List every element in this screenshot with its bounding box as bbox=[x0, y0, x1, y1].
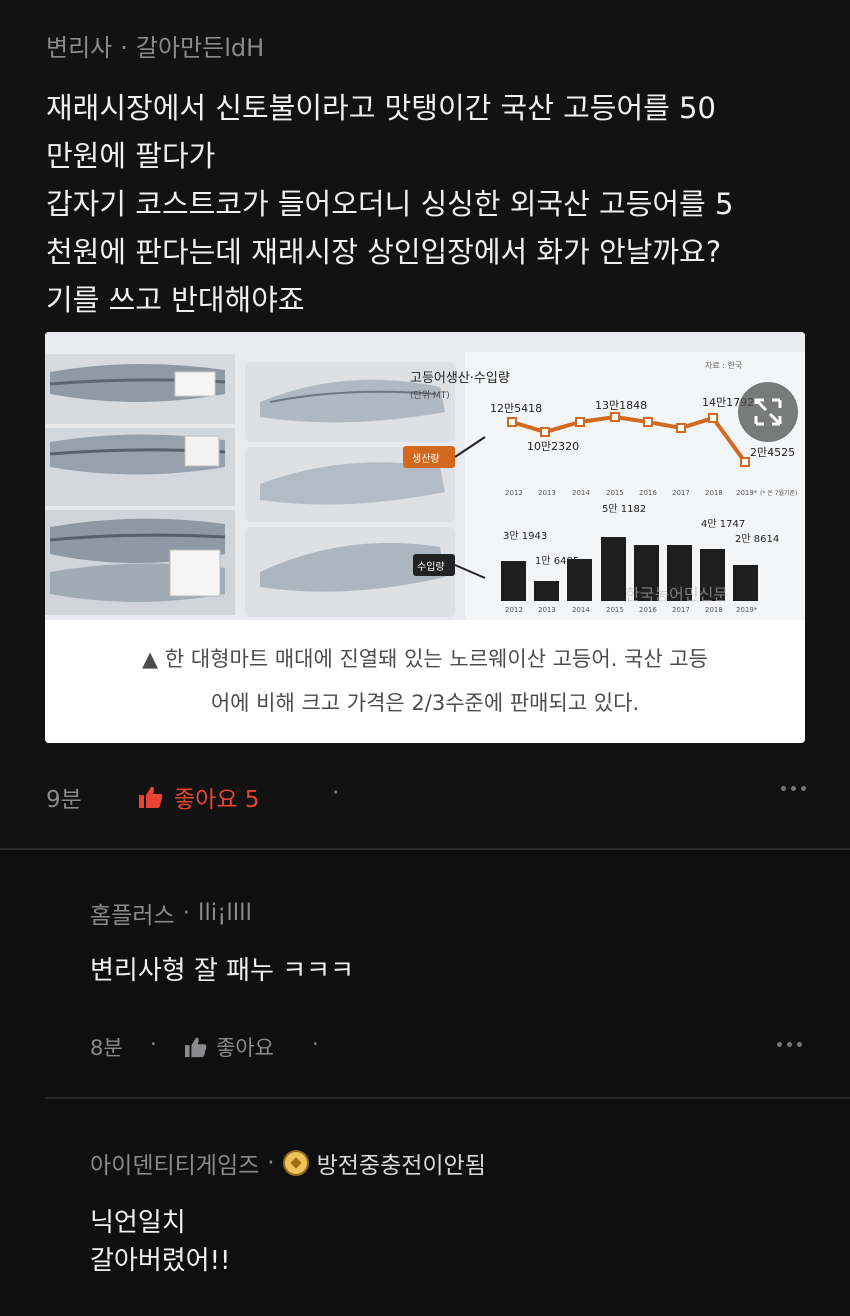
photo-svg: 고등어생산·수입량 (단위 MT) 자료 : 한국 생산량 12만5418 10… bbox=[45, 332, 805, 620]
comment-like-label: 좋아요 bbox=[216, 1036, 274, 1060]
year-tick: 2017 bbox=[672, 606, 690, 614]
comment-time: 8분 bbox=[90, 1036, 123, 1060]
production-value: 13만1848 bbox=[595, 399, 647, 412]
import-bar bbox=[534, 581, 559, 601]
comment-text: 변리사형 잘 패누 ㅋㅋㅋ bbox=[90, 956, 354, 986]
year-tick: 2015 bbox=[606, 489, 624, 497]
import-bar bbox=[601, 537, 626, 601]
year-tick: 2018 bbox=[705, 606, 723, 614]
section-divider bbox=[0, 848, 850, 850]
year-tick: 2014 bbox=[572, 606, 590, 614]
comment-author[interactable]: 홈플러스 bbox=[90, 896, 175, 930]
production-value: 12만5418 bbox=[490, 402, 542, 415]
year-tick: 2013 bbox=[538, 606, 556, 614]
year-tick: 2012 bbox=[505, 606, 523, 614]
thumbs-up-icon bbox=[139, 786, 163, 808]
comment-line: 갈아버렸어!! bbox=[90, 1246, 231, 1276]
post-line: 재래시장에서 신토불이라고 맛탱이간 국산 고등어를 50 bbox=[46, 91, 716, 125]
dot-icon bbox=[801, 786, 806, 791]
import-bar bbox=[501, 561, 526, 601]
comment-author[interactable]: 아이덴티티게임즈 bbox=[90, 1146, 259, 1180]
chart-title: 고등어생산·수입량 bbox=[410, 371, 510, 386]
post-actions: 9분 좋아요 5 · bbox=[46, 780, 806, 814]
year-tick: 2017 bbox=[672, 489, 690, 497]
post-line: 기를 쓰고 반대해야죠 bbox=[46, 283, 305, 317]
comment-like-button[interactable]: 좋아요 bbox=[184, 1032, 274, 1062]
import-label: 수입량 bbox=[417, 560, 445, 573]
year-tick: 2016 bbox=[639, 606, 657, 614]
post-meta: 변리사 · 갈아만든ldH bbox=[46, 28, 264, 63]
meta-separator: · bbox=[267, 1150, 275, 1176]
comment-line: 닉언일치 bbox=[90, 1208, 186, 1238]
chart-unit: (단위 MT) bbox=[410, 390, 450, 401]
year-tick: 2019* bbox=[736, 606, 758, 614]
year-tick: 2014 bbox=[572, 489, 590, 497]
import-value: 2만 8614 bbox=[735, 533, 779, 545]
comment-actions: 8분 · 좋아요 · bbox=[90, 1032, 802, 1062]
import-bar bbox=[733, 565, 758, 601]
post-author[interactable]: 변리사 bbox=[46, 34, 112, 62]
expand-icon bbox=[754, 398, 782, 426]
dot-icon bbox=[781, 786, 786, 791]
image-caption: ▲ 한 대형마트 매대에 진열돼 있는 노르웨이산 고등어. 국산 고등 어에 … bbox=[45, 620, 805, 743]
year-tick: 2012 bbox=[505, 489, 523, 497]
comment-meta: 홈플러스 · lli¡llll bbox=[90, 896, 800, 930]
import-value: 4만 1747 bbox=[701, 518, 745, 530]
fish-packs-left bbox=[45, 354, 235, 615]
import-value: 1만 6485 bbox=[535, 555, 579, 567]
comment-nickname[interactable]: 방전중충전이안됨 bbox=[317, 1146, 486, 1180]
chart-footnote: (* 은 7월기준) bbox=[760, 489, 797, 497]
post-time: 9분 bbox=[46, 787, 82, 813]
meta-separator: · bbox=[182, 900, 190, 926]
comment: 아이덴티티게임즈 · 방전중충전이안됨 닉언일치 갈아버렸어!! bbox=[90, 1146, 800, 1280]
comment-nickname[interactable]: lli¡llll bbox=[198, 900, 252, 926]
meta-separator: · bbox=[120, 34, 128, 62]
mackerel-chart-image[interactable]: 고등어생산·수입량 (단위 MT) 자료 : 한국 생산량 12만5418 10… bbox=[45, 332, 805, 620]
post-nickname[interactable]: 갈아만든ldH bbox=[136, 34, 264, 62]
year-tick: 2019* bbox=[736, 489, 758, 497]
dot-icon bbox=[787, 1042, 792, 1047]
post-line: 갑자기 코스트코가 들어오더니 싱싱한 외국산 고등어를 5 bbox=[46, 187, 734, 221]
dot-icon bbox=[797, 1042, 802, 1047]
comment-text: 닉언일치 갈아버렸어!! bbox=[90, 1204, 800, 1280]
production-label: 생산량 bbox=[412, 453, 440, 465]
post-line: 만원에 팔다가 bbox=[46, 139, 216, 173]
year-tick: 2016 bbox=[639, 489, 657, 497]
chart-source: 자료 : 한국 bbox=[705, 361, 742, 370]
post-line: 천원에 판다는데 재래시장 상인입장에서 화가 안날까요? bbox=[46, 235, 722, 269]
post: 변리사 · 갈아만든ldH 재래시장에서 신토불이라고 맛탱이간 국산 고등어를 5… bbox=[0, 0, 850, 848]
year-tick: 2018 bbox=[705, 489, 723, 497]
like-count: 좋아요 5 bbox=[174, 787, 260, 813]
separator: · bbox=[312, 1032, 319, 1056]
thumbs-up-icon bbox=[185, 1037, 207, 1058]
caption-line: ▲ 한 대형마트 매대에 진열돼 있는 노르웨이산 고등어. 국산 고등 bbox=[142, 647, 708, 671]
like-button[interactable]: 좋아요 5 bbox=[138, 780, 259, 814]
comment: 홈플러스 · lli¡llll 변리사형 잘 패누 ㅋㅋㅋ bbox=[90, 896, 800, 990]
year-tick: 2013 bbox=[538, 489, 556, 497]
comment-more-button[interactable] bbox=[777, 1042, 802, 1047]
dot-icon bbox=[791, 786, 796, 791]
production-value: 10만2320 bbox=[527, 440, 579, 453]
comment-divider bbox=[45, 1097, 850, 1099]
post-body: 재래시장에서 신토불이라고 맛탱이간 국산 고등어를 50 만원에 팔다가 갑자… bbox=[46, 84, 816, 324]
separator: · bbox=[332, 780, 340, 806]
separator: · bbox=[150, 1032, 157, 1056]
import-value: 3만 1943 bbox=[503, 530, 547, 542]
news-image-card[interactable]: 고등어생산·수입량 (단위 MT) 자료 : 한국 생산량 12만5418 10… bbox=[45, 332, 805, 743]
more-options-button[interactable] bbox=[781, 786, 806, 791]
caption-line: 어에 비해 크고 가격은 2/3수준에 판매되고 있다. bbox=[210, 691, 640, 715]
comment-meta: 아이덴티티게임즈 · 방전중충전이안됨 bbox=[90, 1146, 800, 1180]
dot-icon bbox=[777, 1042, 782, 1047]
expand-image-button[interactable] bbox=[738, 382, 798, 442]
badge-icon bbox=[282, 1150, 309, 1176]
import-value: 5만 1182 bbox=[602, 503, 646, 515]
year-tick: 2015 bbox=[606, 606, 624, 614]
production-value: 2만4525 bbox=[750, 446, 795, 459]
watermark: 한국농어민신문 bbox=[625, 585, 728, 604]
